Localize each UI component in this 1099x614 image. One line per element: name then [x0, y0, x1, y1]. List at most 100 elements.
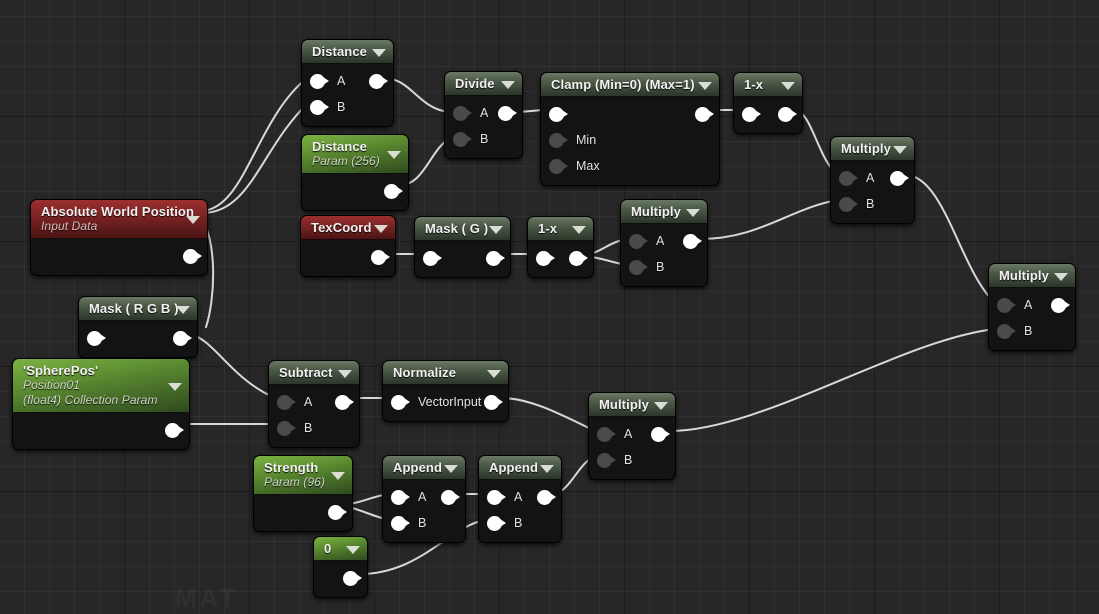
output-pin[interactable]: [498, 105, 517, 121]
chevron-down-icon[interactable]: [346, 545, 360, 554]
node-header[interactable]: Divide: [445, 72, 522, 96]
input-pin[interactable]: [487, 515, 506, 531]
node-header[interactable]: 1-x: [528, 217, 593, 241]
chevron-down-icon[interactable]: [338, 369, 352, 378]
input-pin[interactable]: [629, 259, 648, 275]
input-pin[interactable]: [277, 394, 296, 410]
chevron-down-icon[interactable]: [1054, 272, 1068, 281]
node-header[interactable]: 1-x: [734, 73, 802, 97]
input-pin[interactable]: [629, 233, 648, 249]
graph-node-clamp[interactable]: Clamp (Min=0) (Max=1) Min Max: [540, 72, 720, 186]
input-pin[interactable]: [997, 323, 1016, 339]
node-header[interactable]: 'SpherePos' Position01 (float4) Collection…: [13, 359, 189, 413]
chevron-down-icon[interactable]: [893, 145, 907, 154]
node-header[interactable]: Multiply: [831, 137, 914, 161]
input-pin[interactable]: [310, 73, 329, 89]
graph-node-sphere-pos[interactable]: 'SpherePos' Position01 (float4) Collection…: [12, 358, 190, 450]
input-pin[interactable]: [391, 394, 410, 410]
graph-node-abs-world-pos[interactable]: Absolute World Position Input Data: [30, 199, 208, 276]
output-pin[interactable]: [165, 422, 184, 438]
graph-node-mask-g[interactable]: Mask ( G ): [414, 216, 511, 278]
input-pin[interactable]: [597, 426, 616, 442]
output-pin[interactable]: [371, 249, 390, 265]
output-pin[interactable]: [335, 394, 354, 410]
graph-node-distance-param[interactable]: Distance Param (256): [301, 134, 409, 211]
graph-node-divide[interactable]: Divide A B: [444, 71, 523, 159]
chevron-down-icon[interactable]: [686, 208, 700, 217]
input-pin[interactable]: [839, 196, 858, 212]
input-pin[interactable]: [839, 170, 858, 186]
input-pin[interactable]: [87, 330, 106, 346]
graph-node-distance-1[interactable]: Distance A B: [301, 39, 394, 127]
input-pin[interactable]: [742, 106, 761, 122]
output-pin[interactable]: [384, 183, 403, 199]
input-pin[interactable]: [597, 452, 616, 468]
node-header[interactable]: Mask ( G ): [415, 217, 510, 241]
input-pin[interactable]: [310, 99, 329, 115]
node-header[interactable]: Strength Param (96): [254, 456, 352, 495]
input-pin[interactable]: [453, 131, 472, 147]
chevron-down-icon[interactable]: [487, 369, 501, 378]
node-header[interactable]: Multiply: [589, 393, 675, 417]
node-header[interactable]: Multiply: [621, 200, 707, 224]
output-pin[interactable]: [537, 489, 556, 505]
input-pin[interactable]: [391, 489, 410, 505]
node-header[interactable]: Multiply: [989, 264, 1075, 288]
chevron-down-icon[interactable]: [654, 401, 668, 410]
node-header[interactable]: Mask ( R G B ): [79, 297, 197, 321]
chevron-down-icon[interactable]: [387, 151, 401, 159]
graph-node-multiply-upper-right[interactable]: Multiply A B: [830, 136, 915, 224]
output-pin[interactable]: [569, 250, 588, 266]
node-header[interactable]: TexCoord: [301, 216, 395, 240]
graph-node-subtract[interactable]: Subtract A B: [268, 360, 360, 448]
input-pin[interactable]: [423, 250, 442, 266]
node-header[interactable]: Absolute World Position Input Data: [31, 200, 207, 239]
chevron-down-icon[interactable]: [331, 472, 345, 480]
graph-node-mask-rgb[interactable]: Mask ( R G B ): [78, 296, 198, 358]
material-graph-canvas[interactable]: MAT Absolute World PositionInput Data Mas…: [0, 0, 1099, 614]
node-header[interactable]: Distance: [302, 40, 393, 64]
input-pin[interactable]: [277, 420, 296, 436]
input-pin[interactable]: [487, 489, 506, 505]
chevron-down-icon[interactable]: [540, 464, 554, 473]
node-header[interactable]: Distance Param (256): [302, 135, 408, 174]
chevron-down-icon[interactable]: [444, 464, 458, 473]
graph-node-multiply-mid[interactable]: Multiply A B: [620, 199, 708, 287]
input-pin[interactable]: [997, 297, 1016, 313]
node-header[interactable]: Append: [479, 456, 561, 480]
graph-node-const-zero[interactable]: 0: [313, 536, 368, 598]
chevron-down-icon[interactable]: [501, 80, 515, 89]
output-pin[interactable]: [484, 394, 503, 410]
graph-node-append-2[interactable]: Append A B: [478, 455, 562, 543]
node-header[interactable]: Clamp (Min=0) (Max=1): [541, 73, 719, 97]
output-pin[interactable]: [1051, 297, 1070, 313]
chevron-down-icon[interactable]: [186, 216, 200, 224]
input-pin[interactable]: [549, 158, 568, 174]
input-pin[interactable]: [453, 105, 472, 121]
output-pin[interactable]: [328, 504, 347, 520]
graph-node-append-1[interactable]: Append A B: [382, 455, 466, 543]
output-pin[interactable]: [369, 73, 388, 89]
output-pin[interactable]: [683, 233, 702, 249]
chevron-down-icon[interactable]: [572, 225, 586, 234]
output-pin[interactable]: [343, 570, 362, 586]
output-pin[interactable]: [695, 106, 714, 122]
chevron-down-icon[interactable]: [374, 224, 388, 233]
input-pin[interactable]: [549, 106, 568, 122]
output-pin[interactable]: [486, 250, 505, 266]
input-pin[interactable]: [391, 515, 410, 531]
node-header[interactable]: Subtract: [269, 361, 359, 385]
graph-node-normalize[interactable]: Normalize VectorInput: [382, 360, 509, 422]
node-header[interactable]: Normalize: [383, 361, 508, 385]
input-pin[interactable]: [549, 132, 568, 148]
node-header[interactable]: Append: [383, 456, 465, 480]
output-pin[interactable]: [173, 330, 192, 346]
output-pin[interactable]: [778, 106, 797, 122]
graph-node-texcoord[interactable]: TexCoord: [300, 215, 396, 277]
chevron-down-icon[interactable]: [698, 81, 712, 90]
output-pin[interactable]: [890, 170, 909, 186]
chevron-down-icon[interactable]: [489, 225, 503, 234]
output-pin[interactable]: [183, 248, 202, 264]
graph-node-multiply-far-right[interactable]: Multiply A B: [988, 263, 1076, 351]
output-pin[interactable]: [651, 426, 670, 442]
